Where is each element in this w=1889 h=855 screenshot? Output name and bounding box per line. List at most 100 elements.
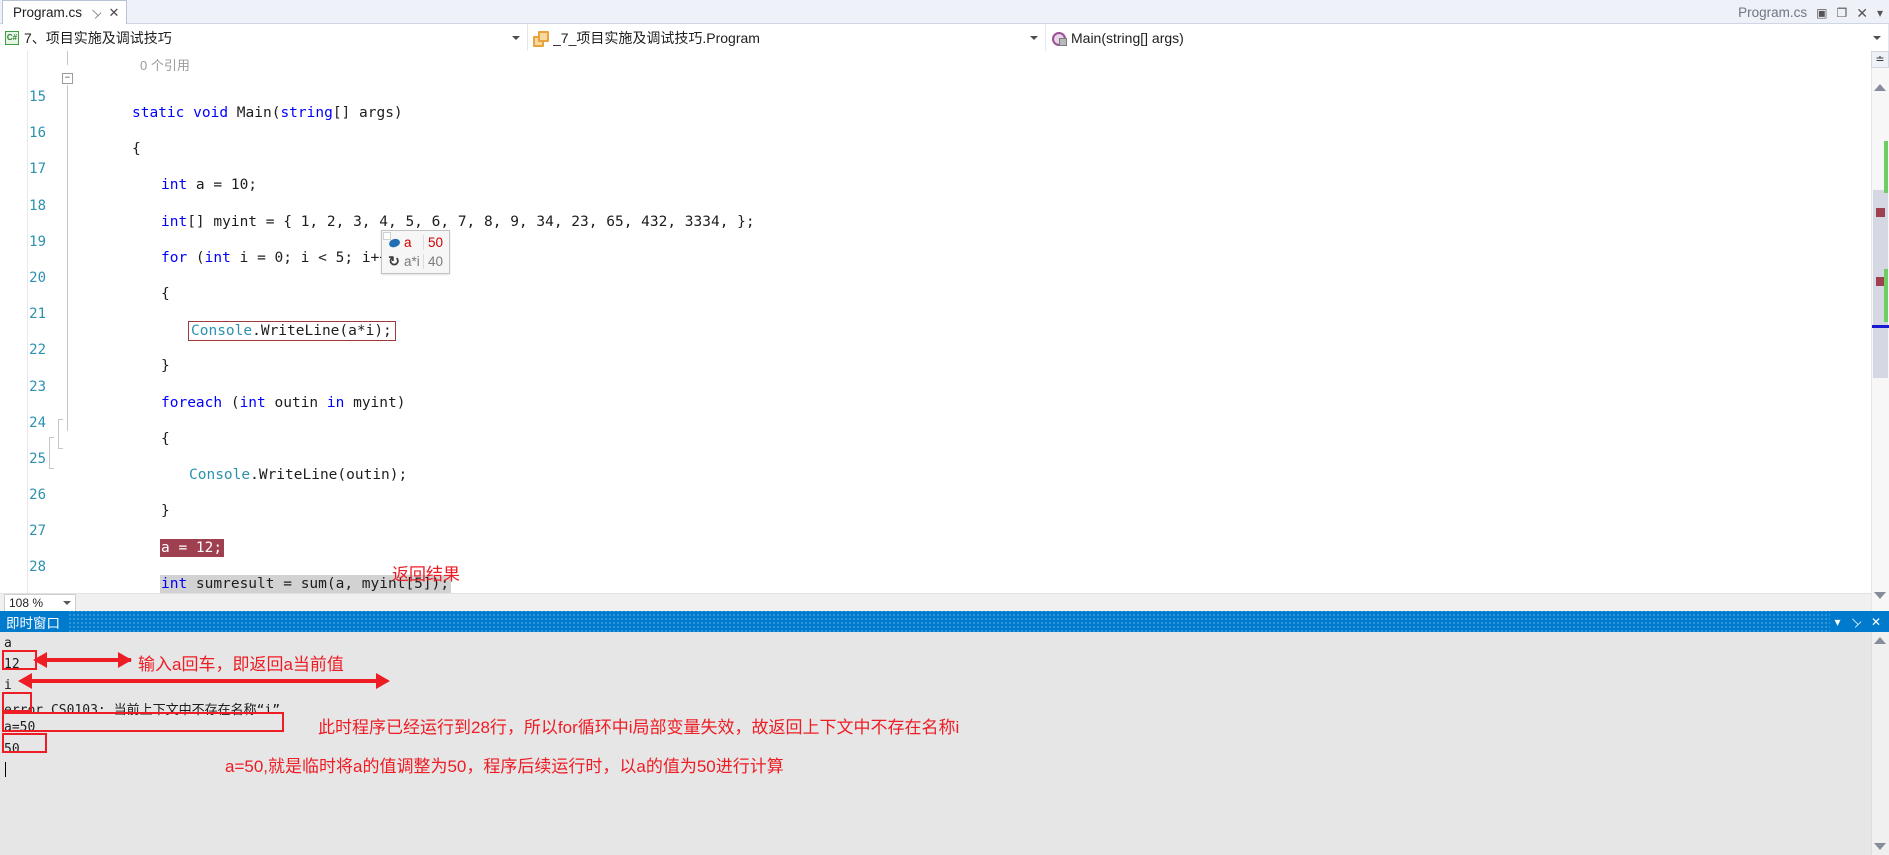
immediate-window-scrollbar[interactable] (1871, 632, 1889, 855)
annotation-arrowhead-2b (376, 673, 390, 689)
tab-label: Program.cs (13, 5, 83, 20)
annotation-arrow-2 (30, 679, 380, 683)
code-line[interactable]: 18 int[] myint = { 1, 2, 3, 4, 5, 6, 7, … (0, 182, 1831, 230)
code-line[interactable]: 17 int a = 10; (0, 145, 1831, 193)
code-line[interactable]: 27 a = 12; (0, 507, 1831, 558)
line-number: 17 (29, 161, 46, 178)
immediate-window-controls: ▾ ⊣ ✕ (1834, 613, 1889, 630)
chevron-down-icon[interactable]: ▾ (1834, 616, 1840, 628)
tab-program-cs[interactable]: Program.cs ⊣ ✕ (2, 0, 128, 24)
line-number: 21 (29, 306, 46, 323)
annotation-arrowhead-1b (118, 652, 132, 668)
line-number: 25 (29, 450, 46, 467)
document-dock-controls: Program.cs ▣ ❐ ✕ ▾ (1738, 2, 1883, 23)
code-editor[interactable]: − 0 个引用 15 static void Main(string[] arg… (0, 51, 1889, 611)
zoom-level-dropdown[interactable]: 108 % (4, 594, 76, 611)
datatip-row[interactable]: a 50 (382, 233, 449, 252)
line-number: 15 (29, 89, 46, 105)
annotation-box-input-a (2, 650, 37, 670)
scroll-down-arrow[interactable] (1874, 843, 1886, 850)
csharp-file-icon: C# (5, 30, 19, 45)
immediate-line: i (4, 678, 12, 693)
code-line[interactable]: 28 int sumresult = sum(a, myint[5]); (0, 543, 1831, 594)
caret-position-marker (1872, 325, 1889, 328)
type-dropdown[interactable]: _7_项目实施及调试技巧.Program (528, 24, 1046, 51)
scroll-down-arrow[interactable] (1874, 592, 1886, 599)
line-number: 22 (29, 342, 46, 359)
member-dropdown[interactable]: Main(string[] args) (1046, 24, 1889, 51)
editor-status-bar: 108 % (0, 593, 1889, 611)
restore-window-icon[interactable]: ❐ (1836, 7, 1847, 19)
datatip-value[interactable]: 50 (423, 235, 449, 250)
code-text-area[interactable]: − 0 个引用 15 static void Main(string[] arg… (0, 51, 1831, 611)
annotation-note-2: 返回结果 (392, 565, 460, 584)
document-tab-strip: Program.cs ⊣ ✕ Program.cs ▣ ❐ ✕ ▾ (0, 0, 1889, 24)
line-number: 26 (29, 487, 46, 504)
line-number: 19 (29, 233, 46, 250)
split-view-button[interactable]: ≐ (1871, 51, 1889, 68)
line-number: 18 (29, 197, 46, 214)
close-icon[interactable]: ✕ (1856, 6, 1868, 20)
datatip-name: a (404, 235, 412, 250)
code-line[interactable]: 23 foreach (int outin in myint) (0, 363, 1831, 411)
code-line[interactable]: 24 { (0, 399, 1831, 447)
member-dropdown-label: Main(string[] args) (1071, 29, 1184, 46)
code-line[interactable]: 22 } (0, 326, 1831, 374)
code-line[interactable]: 26 } (0, 471, 1831, 519)
immediate-line: a (4, 636, 12, 651)
chevron-down-icon[interactable] (512, 35, 520, 40)
code-line[interactable]: 16 { (0, 109, 1831, 157)
annotation-note-4: a=50,就是临时将a的值调整为50，程序后续运行时，以a的值为50进行计算 (225, 757, 784, 776)
code-line[interactable]: 19 for (int i = 0; i < 5; i++) (0, 218, 1831, 266)
project-dropdown-label: 7、项目实施及调试技巧 (24, 29, 172, 46)
chevron-down-icon[interactable] (1873, 35, 1881, 40)
line-number: 27 (29, 523, 46, 540)
chevron-down-icon[interactable] (1030, 35, 1038, 40)
panel-drag-handle[interactable] (68, 611, 1831, 632)
codelens-reference-count[interactable]: 0 个引用 (140, 55, 190, 74)
debugger-datatip[interactable]: a 50 ↻ a*i 40 (381, 230, 450, 274)
annotation-arrow-1b (46, 658, 124, 662)
code-line[interactable]: 21 Console.WriteLine(a*i); (0, 290, 1831, 342)
line-number: 24 (29, 414, 46, 431)
scroll-up-arrow[interactable] (1874, 637, 1886, 644)
close-icon[interactable]: ✕ (1871, 616, 1881, 628)
close-icon[interactable]: ✕ (108, 6, 119, 19)
navigation-bar: C# 7、项目实施及调试技巧 _7_项目实施及调试技巧.Program Main… (0, 24, 1889, 51)
line-number: 20 (29, 269, 46, 286)
annotation-box-input-a50 (2, 733, 47, 753)
breakpoint-marker (1876, 208, 1885, 217)
lock-icon[interactable]: ▣ (1816, 7, 1827, 19)
annotation-note-1: 输入a回车，即返回a当前值 (138, 655, 344, 674)
datatip-grip[interactable] (383, 232, 391, 240)
class-icon (533, 30, 549, 47)
text-caret (5, 762, 6, 777)
pin-icon[interactable]: ⊣ (87, 4, 104, 21)
line-number: 28 (29, 559, 46, 576)
scroll-up-arrow[interactable] (1874, 84, 1886, 91)
editor-vertical-scrollbar[interactable] (1871, 51, 1889, 611)
change-marker-green (1884, 269, 1888, 322)
datatip-row[interactable]: ↻ a*i 40 (382, 252, 449, 271)
annotation-arrowhead-2 (18, 673, 32, 689)
code-line[interactable]: 15 static void Main(string[] args) (0, 73, 1831, 121)
project-dropdown[interactable]: C# 7、项目实施及调试技巧 (0, 24, 528, 51)
chevron-down-icon[interactable] (63, 601, 71, 605)
annotation-arrowhead-1 (33, 652, 47, 668)
type-dropdown-label: _7_项目实施及调试技巧.Program (553, 29, 760, 46)
code-line[interactable]: 25 Console.WriteLine(outin); (0, 435, 1831, 483)
immediate-window-header: 即时窗口 ▾ ⊣ ✕ (0, 611, 1889, 632)
chevron-down-icon[interactable]: ▾ (1877, 7, 1883, 19)
pin-icon[interactable]: ⊣ (1847, 613, 1864, 630)
datatip-value[interactable]: 40 (423, 254, 449, 269)
code-line[interactable]: 20 { (0, 254, 1831, 302)
annotation-box-input-i (2, 692, 32, 712)
method-icon (1051, 31, 1067, 46)
dock-label: Program.cs (1738, 5, 1808, 20)
visual-studio-window: Program.cs ⊣ ✕ Program.cs ▣ ❐ ✕ ▾ C# 7、项… (0, 0, 1889, 855)
immediate-window-title: 即时窗口 (6, 615, 60, 631)
line-number: 23 (29, 378, 46, 395)
datatip-name: a*i (404, 254, 420, 269)
zoom-level-label: 108 % (9, 596, 44, 610)
refresh-icon[interactable]: ↻ (386, 253, 402, 270)
